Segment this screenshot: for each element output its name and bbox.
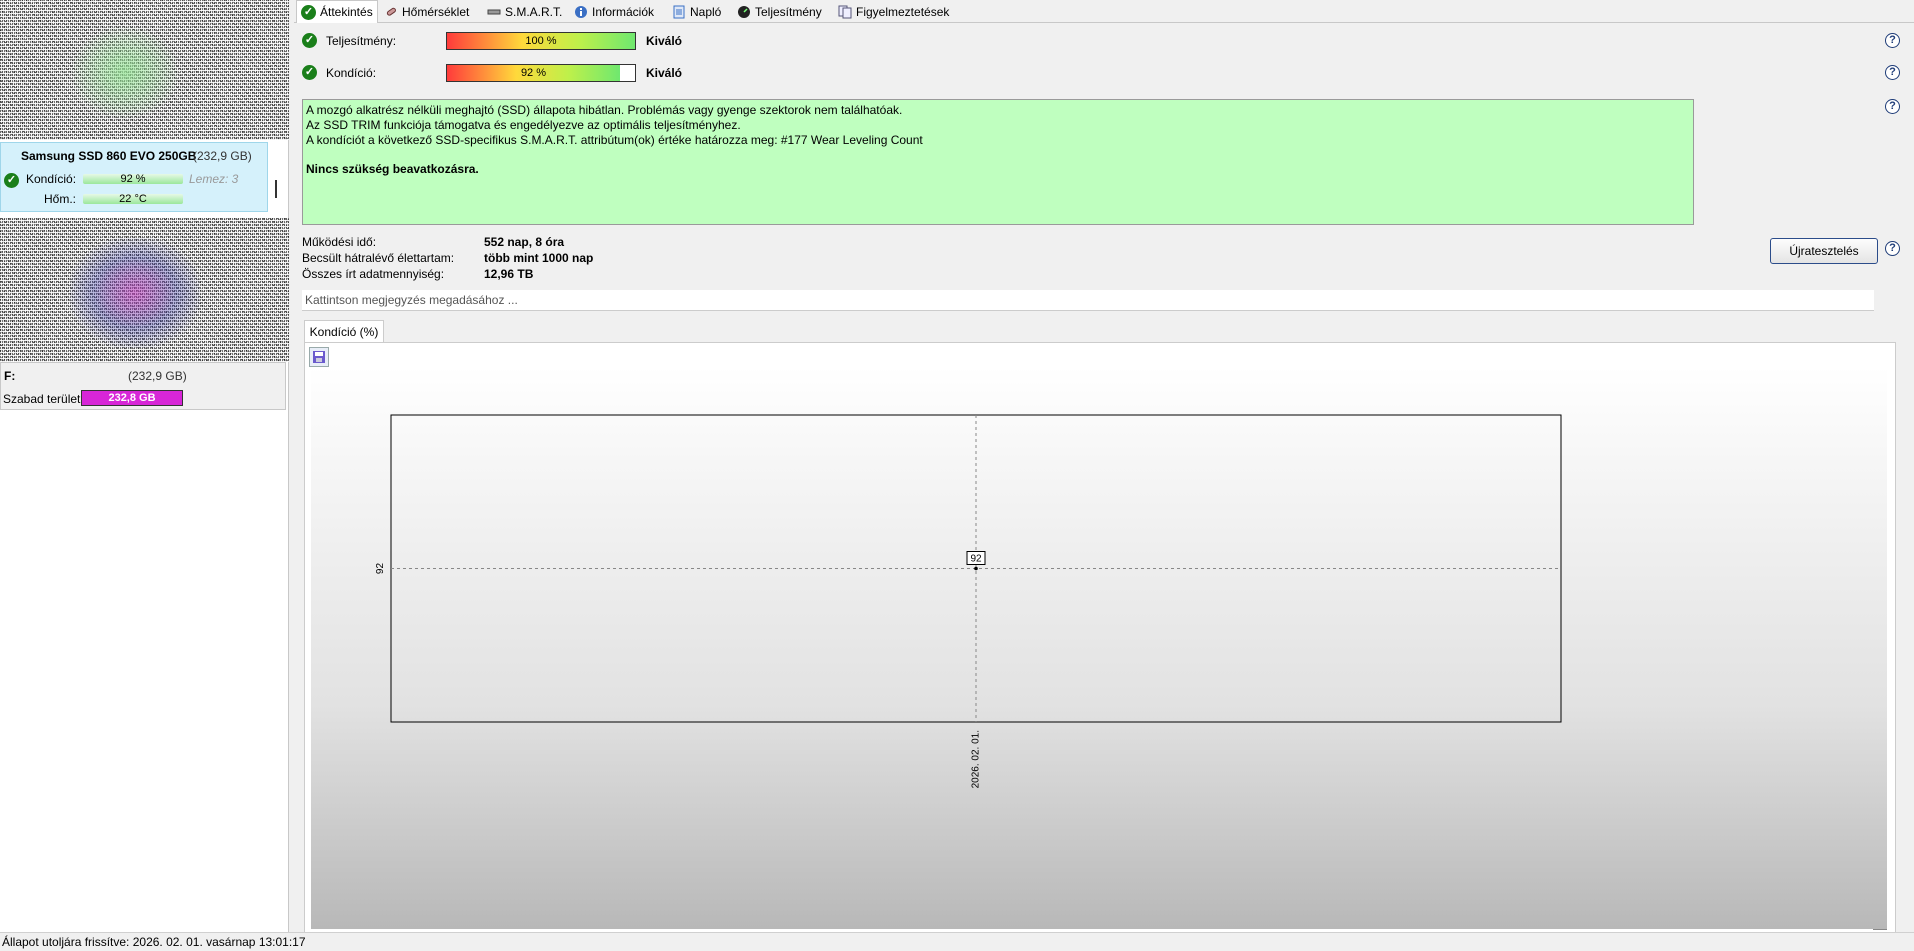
disk-number: Lemez: 3 <box>189 172 239 186</box>
written-label: Összes írt adatmennyiség: <box>302 267 445 281</box>
info-conclusion: Nincs szükség beavatkozásra. <box>306 162 479 176</box>
tab-label: Napló <box>690 5 722 19</box>
uptime-value: 552 nap, 8 óra <box>484 235 565 249</box>
health-bar-fill: 92 % <box>447 65 620 81</box>
tab-label: Figyelmeztetések <box>856 5 950 19</box>
drive-health-value: 92 % <box>120 173 146 185</box>
performance-value: 100 % <box>525 35 557 47</box>
help-icon[interactable]: ? <box>1885 33 1900 48</box>
gauge-icon <box>738 6 750 18</box>
info-line: A kondíciót a következő SSD-specifikus S… <box>306 133 923 147</box>
overview-panel: ✓ Teljesítmény: 100 % Kiváló ? ✓ Kondíci… <box>296 23 1914 941</box>
drive-health-bar: 92 % <box>83 173 183 185</box>
drive-ok-icon: ✓ <box>4 173 19 188</box>
drive-health-label: Kondíció: <box>26 172 77 186</box>
info-icon <box>575 6 587 18</box>
info-line: A mozgó alkatrész nélküli meghajtó (SSD)… <box>306 103 903 117</box>
health-ok-icon: ✓ <box>302 65 317 80</box>
alerts-icon <box>838 5 852 19</box>
volume-letter: F: <box>4 369 16 383</box>
health-label: Kondíció: <box>326 66 377 80</box>
chart-background: 92 92 2026. 02. 01. <box>311 367 1887 929</box>
tab-label: S.M.A.R.T. <box>505 5 563 19</box>
resize-grip[interactable] <box>1873 929 1887 930</box>
tab-smart[interactable]: S.M.A.R.T. <box>487 2 562 22</box>
drive-card[interactable]: Samsung SSD 860 EVO 250GB (232,9 GB) ✓ K… <box>0 142 268 212</box>
lifetime-label: Becsült hátralévő élettartam: <box>302 251 455 265</box>
tab-bar: ✓ Áttekintés Hőmérséklet S.M.A.R.T. Info… <box>294 0 1914 23</box>
drive-temp-label: Hőm.: <box>44 192 77 206</box>
retest-button[interactable]: Újratesztelés <box>1770 238 1878 264</box>
health-rating: Kiváló <box>646 66 683 80</box>
tab-warnings[interactable]: Figyelmeztetések <box>838 2 949 22</box>
check-circle-icon: ✓ <box>301 4 316 20</box>
status-bar: Állapot utoljára frissítve: 2026. 02. 01… <box>0 932 1914 951</box>
info-line: Az SSD TRIM funkciója támogatva és enged… <box>306 118 741 132</box>
note-input[interactable]: Kattintson megjegyzés megadásához ... <box>302 290 1874 311</box>
x-tick-label: 2026. 02. 01. <box>971 730 982 788</box>
free-space-label: Szabad terület <box>3 392 81 406</box>
volume-map-image <box>0 218 291 362</box>
chart-panel: 92 92 2026. 02. 01. <box>304 342 1896 941</box>
drive-list-panel: Samsung SSD 860 EVO 250GB (232,9 GB) ✓ K… <box>0 0 291 932</box>
tab-health-chart[interactable]: Kondíció (%) <box>304 320 384 343</box>
performance-rating: Kiváló <box>646 34 683 48</box>
tab-performance[interactable]: Teljesítmény <box>737 2 822 22</box>
thermometer-icon <box>386 7 396 16</box>
uptime-label: Működési idő: <box>302 235 377 249</box>
list-scroll-thumb[interactable] <box>275 180 277 198</box>
tab-label: Hőmérséklet <box>402 5 470 19</box>
health-chart: 92 92 2026. 02. 01. <box>375 414 1562 788</box>
data-point <box>974 566 978 571</box>
performance-ok-icon: ✓ <box>302 33 317 48</box>
y-tick-label: 92 <box>375 563 386 575</box>
drive-name: Samsung SSD 860 EVO 250GB <box>21 149 197 163</box>
help-icon[interactable]: ? <box>1885 241 1900 256</box>
help-icon[interactable]: ? <box>1885 65 1900 80</box>
health-value: 92 % <box>520 67 547 79</box>
drive-health-map-image <box>0 0 291 140</box>
drive-size: (232,9 GB) <box>193 149 252 163</box>
tab-label: Teljesítmény <box>755 5 822 19</box>
volume-size: (232,9 GB) <box>128 369 187 383</box>
written-value: 12,96 TB <box>484 267 534 281</box>
performance-bar: 100 % <box>446 32 636 50</box>
performance-bar-fill: 100 % <box>447 33 635 49</box>
status-description: A mozgó alkatrész nélküli meghajtó (SSD)… <box>302 99 1694 225</box>
tab-log[interactable]: Napló <box>672 2 721 22</box>
tab-temperature[interactable]: Hőmérséklet <box>384 2 469 22</box>
tab-label: Áttekintés <box>320 5 373 19</box>
tab-information[interactable]: Információk <box>574 2 654 22</box>
tab-label: Információk <box>592 5 655 19</box>
drive-temp-value: 22 °C <box>119 193 147 205</box>
tab-overview[interactable]: ✓ Áttekintés <box>296 0 378 23</box>
log-icon <box>673 5 685 19</box>
health-bar: 92 % <box>446 64 636 82</box>
performance-label: Teljesítmény: <box>326 34 397 48</box>
drive-temp-bar: 22 °C <box>83 193 183 205</box>
help-icon[interactable]: ? <box>1885 99 1900 114</box>
save-icon[interactable] <box>309 347 329 367</box>
lifetime-value: több mint 1000 nap <box>484 251 594 265</box>
free-space-bar: 232,8 GB <box>81 390 183 406</box>
drive-icon <box>487 9 501 15</box>
data-label: 92 <box>970 554 982 565</box>
